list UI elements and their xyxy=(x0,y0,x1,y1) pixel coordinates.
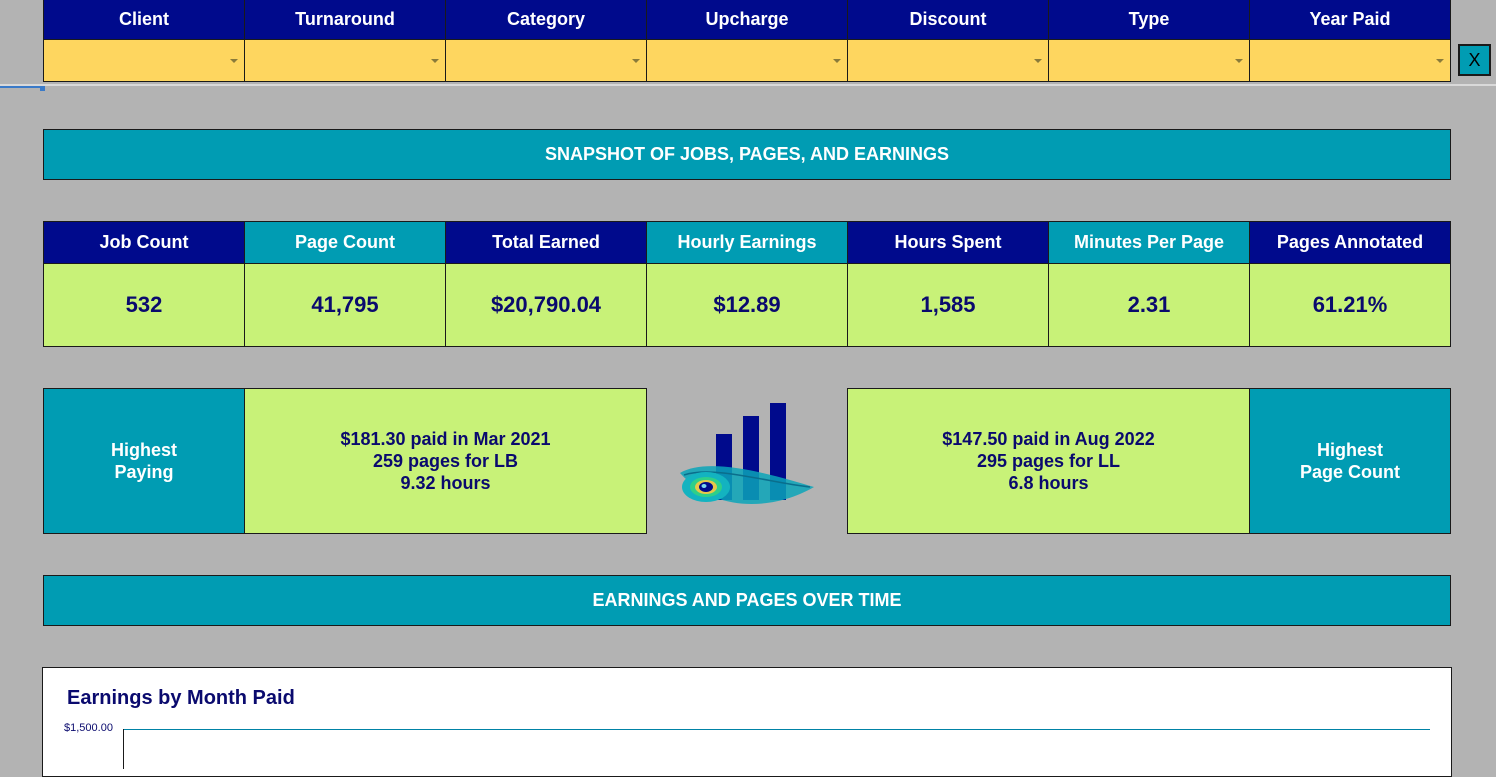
filter-client-label: Client xyxy=(44,0,244,39)
kpi-page-count: Page Count 41,795 xyxy=(245,222,446,347)
highest-paying-amount: $181.30 paid in Mar 2021 xyxy=(340,429,551,449)
filter-discount-dropdown[interactable] xyxy=(848,39,1048,81)
filter-category-dropdown[interactable] xyxy=(446,39,646,81)
kpi-hourly-earnings: Hourly Earnings $12.89 xyxy=(647,222,848,347)
highest-paying-label-line2: Paying xyxy=(114,462,174,482)
kpi-pages-annotated-label: Pages Annotated xyxy=(1250,222,1450,264)
filter-discount-label: Discount xyxy=(848,0,1048,39)
filter-type-label: Type xyxy=(1049,0,1249,39)
filter-client: Client xyxy=(44,0,245,82)
clear-filters-button[interactable]: X xyxy=(1458,44,1491,76)
highest-paying-details: $181.30 paid in Mar 2021 259 pages for L… xyxy=(244,388,647,534)
chart-title: Earnings by Month Paid xyxy=(67,687,295,709)
over-time-banner: EARNINGS AND PAGES OVER TIME xyxy=(43,575,1451,626)
highest-paying-label-line1: Highest xyxy=(110,440,177,460)
kpi-minutes-per-page-label: Minutes Per Page xyxy=(1049,222,1249,264)
chevron-down-icon xyxy=(1034,59,1042,63)
filter-upcharge-label: Upcharge xyxy=(647,0,847,39)
filter-bar: Client Turnaround Category Upcharge Disc… xyxy=(43,0,1451,82)
kpi-total-earned-label: Total Earned xyxy=(446,222,646,264)
filter-turnaround-label: Turnaround xyxy=(245,0,445,39)
kpi-total-earned: Total Earned $20,790.04 xyxy=(446,222,647,347)
kpi-hours-spent: Hours Spent 1,585 xyxy=(848,222,1049,347)
chevron-down-icon xyxy=(230,59,238,63)
filter-discount: Discount xyxy=(848,0,1049,82)
filter-type: Type xyxy=(1049,0,1250,82)
chevron-down-icon xyxy=(632,59,640,63)
highest-page-count-label: Highest Page Count xyxy=(1249,388,1451,534)
kpi-page-count-label: Page Count xyxy=(245,222,445,264)
highest-page-count-label-line1: Highest xyxy=(1316,440,1383,460)
highest-page-count-amount: $147.50 paid in Aug 2022 xyxy=(942,429,1155,449)
highest-paying-pages: 259 pages for LB xyxy=(372,451,519,471)
kpi-hours-spent-label: Hours Spent xyxy=(848,222,1048,264)
kpi-table: Job Count 532 Page Count 41,795 Total Ea… xyxy=(43,221,1451,347)
filter-year-paid-dropdown[interactable] xyxy=(1250,39,1450,81)
kpi-minutes-per-page-value: 2.31 xyxy=(1049,264,1249,346)
filter-upcharge-dropdown[interactable] xyxy=(647,39,847,81)
chevron-down-icon xyxy=(1436,59,1444,63)
chevron-down-icon xyxy=(431,59,439,63)
highest-page-count-pages: 295 pages for LL xyxy=(976,451,1121,471)
kpi-total-earned-value: $20,790.04 xyxy=(446,264,646,346)
y-axis-tick-label: $1,500.00 xyxy=(64,722,113,734)
highest-paying-hours: 9.32 hours xyxy=(400,473,491,493)
kpi-job-count-label: Job Count xyxy=(44,222,244,264)
chart-gridline xyxy=(124,729,1430,730)
highest-paying-label: Highest Paying xyxy=(43,388,245,534)
filter-category: Category xyxy=(446,0,647,82)
filter-year-paid-label: Year Paid xyxy=(1250,0,1450,39)
freeze-pane-divider xyxy=(0,84,1496,86)
kpi-hourly-earnings-label: Hourly Earnings xyxy=(647,222,847,264)
kpi-job-count-value: 532 xyxy=(44,264,244,346)
filter-year-paid: Year Paid xyxy=(1250,0,1451,82)
chevron-down-icon xyxy=(1235,59,1243,63)
y-axis-line xyxy=(123,729,124,769)
kpi-pages-annotated-value: 61.21% xyxy=(1250,264,1450,346)
filter-turnaround: Turnaround xyxy=(245,0,446,82)
chevron-down-icon xyxy=(833,59,841,63)
peacock-chart-logo xyxy=(670,395,820,525)
kpi-pages-annotated: Pages Annotated 61.21% xyxy=(1250,222,1451,347)
highest-page-count-hours: 6.8 hours xyxy=(1008,473,1089,493)
selection-handle[interactable] xyxy=(40,86,45,91)
filter-upcharge: Upcharge xyxy=(647,0,848,82)
kpi-page-count-value: 41,795 xyxy=(245,264,445,346)
snapshot-banner: SNAPSHOT OF JOBS, PAGES, AND EARNINGS xyxy=(43,129,1451,180)
kpi-hours-spent-value: 1,585 xyxy=(848,264,1048,346)
filter-type-dropdown[interactable] xyxy=(1049,39,1249,81)
kpi-minutes-per-page: Minutes Per Page 2.31 xyxy=(1049,222,1250,347)
kpi-hourly-earnings-value: $12.89 xyxy=(647,264,847,346)
filter-client-dropdown[interactable] xyxy=(44,39,244,81)
filter-category-label: Category xyxy=(446,0,646,39)
highest-page-count-details: $147.50 paid in Aug 2022 295 pages for L… xyxy=(847,388,1250,534)
filter-turnaround-dropdown[interactable] xyxy=(245,39,445,81)
highest-page-count-label-line2: Page Count xyxy=(1299,462,1400,482)
selection-accent xyxy=(0,86,42,88)
bar-chart-feather-icon xyxy=(680,403,814,505)
kpi-job-count: Job Count 532 xyxy=(44,222,245,347)
